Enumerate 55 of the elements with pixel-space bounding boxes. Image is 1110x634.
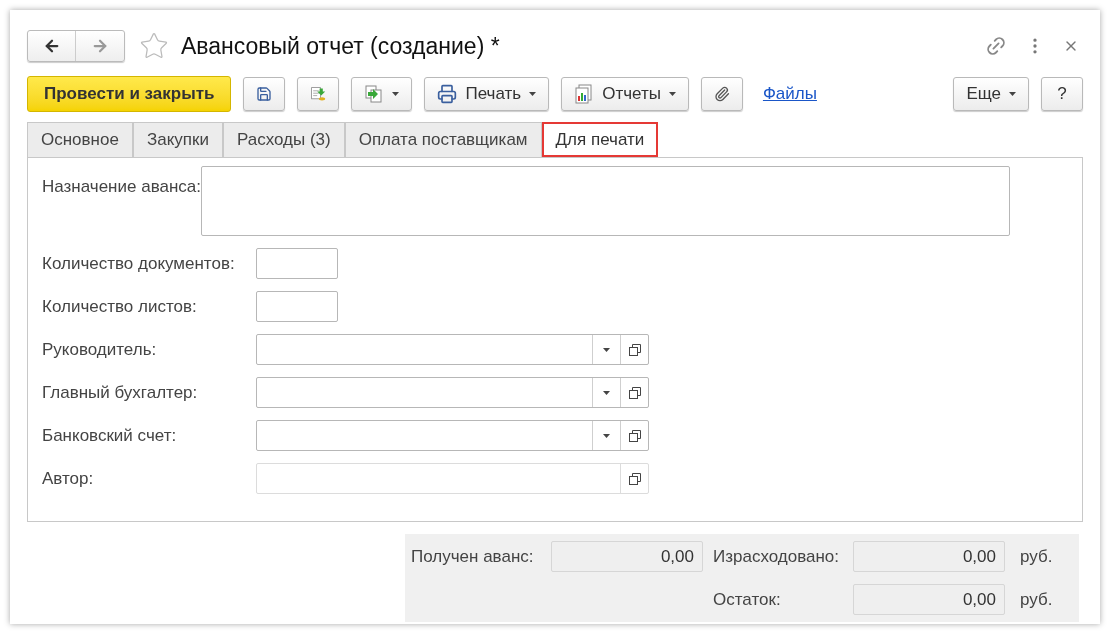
paperclip-icon bbox=[713, 85, 730, 103]
number-field[interactable] bbox=[256, 248, 338, 279]
caret-icon bbox=[603, 390, 610, 395]
caret-icon bbox=[529, 92, 537, 96]
files-link[interactable]: Файлы bbox=[762, 81, 817, 107]
window-title: Авансовый отчет (создание) * bbox=[181, 31, 500, 61]
help-button[interactable]: ? bbox=[1041, 77, 1083, 111]
post-and-close-button[interactable]: Провести и закрыть bbox=[27, 76, 232, 112]
field-label: Назначение аванса: bbox=[42, 177, 201, 196]
save-icon bbox=[256, 84, 273, 104]
tab[interactable]: Для печати bbox=[541, 122, 659, 157]
select-field[interactable] bbox=[256, 420, 649, 451]
open-window-icon bbox=[628, 429, 641, 442]
field-label: Банковский счет: bbox=[42, 424, 178, 447]
toolbar-menu-button[interactable] bbox=[351, 77, 413, 111]
amount-field: 0,00 bbox=[853, 541, 1005, 572]
amount-field: 0,00 bbox=[853, 584, 1005, 615]
open-window-icon bbox=[628, 386, 641, 399]
tab[interactable]: Закупки bbox=[132, 122, 223, 157]
field-label: Количество листов: bbox=[42, 295, 198, 318]
open-window-icon bbox=[628, 343, 641, 356]
currency-label: руб. bbox=[1020, 545, 1053, 568]
toolbar-menu-button[interactable]: Печать bbox=[424, 77, 550, 111]
caret-icon bbox=[668, 92, 676, 96]
favorite-star-icon[interactable] bbox=[139, 31, 169, 61]
forward-arrow-icon bbox=[91, 37, 109, 55]
received-advance-label: Получен аванс: bbox=[411, 545, 535, 568]
caret-icon bbox=[392, 92, 400, 96]
select-field[interactable] bbox=[256, 334, 649, 365]
currency-label: руб. bbox=[1020, 588, 1053, 611]
select-field[interactable] bbox=[256, 377, 649, 408]
tab[interactable]: Расходы (3) bbox=[222, 122, 345, 157]
field-label: Руководитель: bbox=[42, 338, 158, 361]
field-label: Главный бухгалтер: bbox=[42, 381, 199, 404]
more-menu-button[interactable]: Еще bbox=[953, 77, 1029, 111]
author-field[interactable] bbox=[256, 463, 649, 494]
caret-icon bbox=[1009, 92, 1016, 96]
tab[interactable]: Оплата поставщикам bbox=[344, 122, 542, 157]
number-field[interactable] bbox=[256, 291, 338, 322]
spent-label: Израсходовано: bbox=[713, 545, 841, 568]
open-window-icon bbox=[628, 472, 641, 485]
caret-icon bbox=[603, 347, 610, 352]
caret-icon bbox=[603, 433, 610, 438]
toolbar-button[interactable] bbox=[700, 77, 743, 111]
field-label: Автор: bbox=[42, 467, 95, 490]
text-area-field[interactable] bbox=[201, 166, 1010, 236]
balance-label: Остаток: bbox=[713, 588, 782, 611]
toolbar-menu-button[interactable]: Отчеты bbox=[561, 77, 689, 111]
report-chart-icon bbox=[574, 84, 595, 104]
documents-arrow-icon bbox=[364, 84, 385, 104]
amount-field: 0,00 bbox=[551, 541, 703, 572]
tab[interactable]: Основное bbox=[27, 122, 133, 157]
toolbar-button[interactable] bbox=[243, 77, 286, 111]
field-label: Количество документов: bbox=[42, 252, 236, 275]
printer-icon bbox=[437, 84, 458, 104]
